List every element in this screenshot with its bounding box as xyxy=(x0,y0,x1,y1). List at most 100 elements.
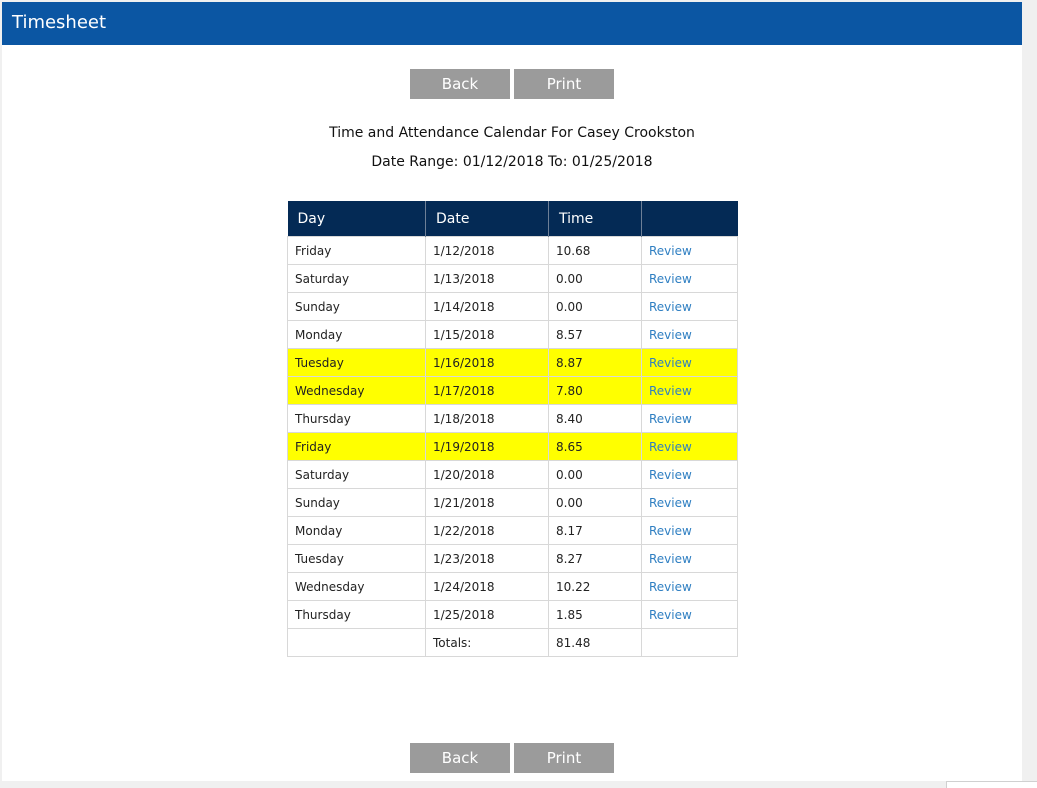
table-row: Tuesday 1/16/2018 8.87 Review xyxy=(287,348,738,377)
time-cell: 8.65 xyxy=(548,432,642,461)
table-row: Sunday 1/21/2018 0.00 Review xyxy=(287,488,738,517)
action-cell: Review xyxy=(641,320,738,349)
day-cell: Wednesday xyxy=(287,376,426,405)
totals-row: Totals: 81.48 xyxy=(287,628,738,657)
action-cell: Review xyxy=(641,460,738,489)
day-cell: Tuesday xyxy=(287,544,426,573)
date-cell: 1/12/2018 xyxy=(425,236,549,265)
action-cell: Review xyxy=(641,432,738,461)
print-button[interactable]: Print xyxy=(514,69,614,99)
table-row: Sunday 1/14/2018 0.00 Review xyxy=(287,292,738,321)
column-header-action xyxy=(641,201,738,237)
review-link[interactable]: Review xyxy=(649,524,692,538)
column-header-time: Time xyxy=(548,201,642,237)
time-cell: 8.27 xyxy=(548,544,642,573)
date-cell: 1/21/2018 xyxy=(425,488,549,517)
date-cell: 1/15/2018 xyxy=(425,320,549,349)
review-link[interactable]: Review xyxy=(649,244,692,258)
review-link[interactable]: Review xyxy=(649,328,692,342)
action-cell: Review xyxy=(641,236,738,265)
top-button-row: Back Print xyxy=(410,69,616,99)
date-cell: 1/19/2018 xyxy=(425,432,549,461)
date-cell: 1/18/2018 xyxy=(425,404,549,433)
action-cell: Review xyxy=(641,264,738,293)
date-cell: 1/13/2018 xyxy=(425,264,549,293)
action-cell: Review xyxy=(641,572,738,601)
review-link[interactable]: Review xyxy=(649,580,692,594)
action-cell: Review xyxy=(641,292,738,321)
day-cell: Sunday xyxy=(287,488,426,517)
time-cell: 10.68 xyxy=(548,236,642,265)
print-button[interactable]: Print xyxy=(514,743,614,773)
time-cell: 0.00 xyxy=(548,264,642,293)
action-cell: Review xyxy=(641,488,738,517)
day-cell: Thursday xyxy=(287,404,426,433)
table-header-row: Day Date Time xyxy=(287,201,738,237)
action-cell: Review xyxy=(641,404,738,433)
report-title: Time and Attendance Calendar For Casey C… xyxy=(329,125,695,141)
table-row: Wednesday 1/24/2018 10.22 Review xyxy=(287,572,738,601)
day-cell: Friday xyxy=(287,432,426,461)
table-row: Thursday 1/25/2018 1.85 Review xyxy=(287,600,738,629)
review-link[interactable]: Review xyxy=(649,608,692,622)
day-cell: Sunday xyxy=(287,292,426,321)
review-link[interactable]: Review xyxy=(649,468,692,482)
page-title: Timesheet xyxy=(12,12,107,33)
time-cell: 7.80 xyxy=(548,376,642,405)
table-row: Wednesday 1/17/2018 7.80 Review xyxy=(287,376,738,405)
back-button[interactable]: Back xyxy=(410,743,510,773)
timesheet-table: Day Date Time Friday 1/12/2018 10.68 Review… xyxy=(287,201,738,657)
back-button[interactable]: Back xyxy=(410,69,510,99)
date-cell: 1/23/2018 xyxy=(425,544,549,573)
time-cell: 8.87 xyxy=(548,348,642,377)
table-row: Saturday 1/13/2018 0.00 Review xyxy=(287,264,738,293)
app-header: Timesheet xyxy=(2,2,1022,45)
time-cell: 8.17 xyxy=(548,516,642,545)
time-cell: 10.22 xyxy=(548,572,642,601)
review-link[interactable]: Review xyxy=(649,384,692,398)
column-header-date: Date xyxy=(425,201,549,237)
review-link[interactable]: Review xyxy=(649,496,692,510)
review-link[interactable]: Review xyxy=(649,552,692,566)
totals-label: Totals: xyxy=(425,628,549,657)
action-cell: Review xyxy=(641,544,738,573)
action-cell: Review xyxy=(641,600,738,629)
review-link[interactable]: Review xyxy=(649,412,692,426)
table-row: Monday 1/15/2018 8.57 Review xyxy=(287,320,738,349)
day-cell: Tuesday xyxy=(287,348,426,377)
day-cell: Monday xyxy=(287,320,426,349)
review-link[interactable]: Review xyxy=(649,300,692,314)
review-link[interactable]: Review xyxy=(649,356,692,370)
totals-empty-cell xyxy=(287,628,426,657)
day-cell: Friday xyxy=(287,236,426,265)
app-frame: Timesheet Back Print Time and Attendance… xyxy=(2,2,1022,781)
table-row: Friday 1/19/2018 8.65 Review xyxy=(287,432,738,461)
table-row: Saturday 1/20/2018 0.00 Review xyxy=(287,460,738,489)
bottom-button-row: Back Print xyxy=(410,743,616,773)
time-cell: 0.00 xyxy=(548,488,642,517)
date-cell: 1/20/2018 xyxy=(425,460,549,489)
table-row: Tuesday 1/23/2018 8.27 Review xyxy=(287,544,738,573)
time-cell: 1.85 xyxy=(548,600,642,629)
review-link[interactable]: Review xyxy=(649,272,692,286)
column-header-day: Day xyxy=(287,201,426,237)
time-cell: 8.57 xyxy=(548,320,642,349)
date-cell: 1/24/2018 xyxy=(425,572,549,601)
table-row: Thursday 1/18/2018 8.40 Review xyxy=(287,404,738,433)
action-cell: Review xyxy=(641,348,738,377)
date-range: Date Range: 01/12/2018 To: 01/25/2018 xyxy=(371,154,653,170)
day-cell: Saturday xyxy=(287,460,426,489)
table-row: Monday 1/22/2018 8.17 Review xyxy=(287,516,738,545)
date-cell: 1/17/2018 xyxy=(425,376,549,405)
table-row: Friday 1/12/2018 10.68 Review xyxy=(287,236,738,265)
day-cell: Thursday xyxy=(287,600,426,629)
action-cell: Review xyxy=(641,376,738,405)
action-cell: Review xyxy=(641,516,738,545)
date-cell: 1/14/2018 xyxy=(425,292,549,321)
day-cell: Saturday xyxy=(287,264,426,293)
day-cell: Monday xyxy=(287,516,426,545)
review-link[interactable]: Review xyxy=(649,440,692,454)
time-cell: 0.00 xyxy=(548,460,642,489)
table-body: Friday 1/12/2018 10.68 Review Saturday 1/13/2… xyxy=(287,236,738,629)
time-cell: 0.00 xyxy=(548,292,642,321)
